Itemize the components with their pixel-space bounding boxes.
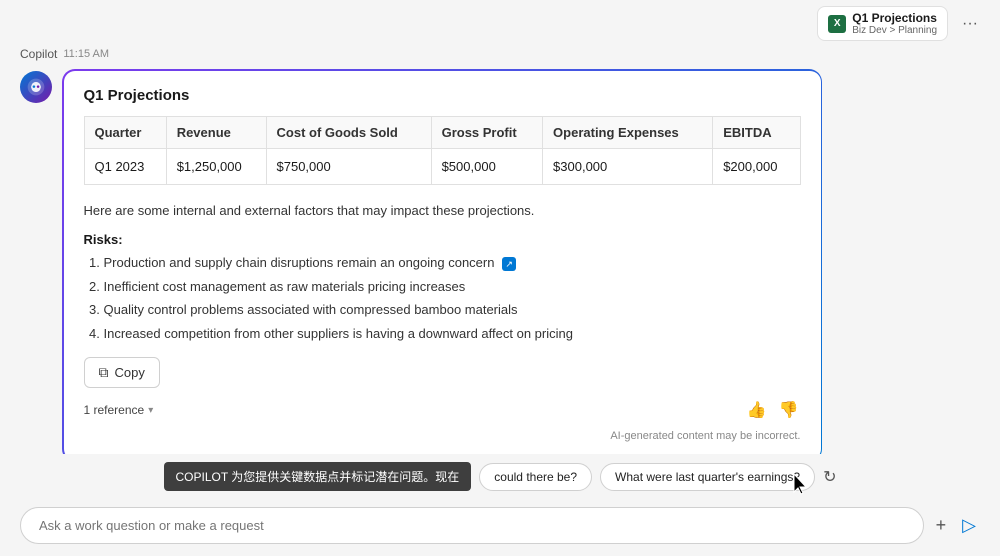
cell-revenue: $1,250,000 xyxy=(166,148,266,184)
copilot-label: Copilot 11:15 AM xyxy=(20,47,980,61)
cell-cogs: $750,000 xyxy=(266,148,431,184)
description-text: Here are some internal and external fact… xyxy=(84,201,801,221)
risks-list: Production and supply chain disruptions … xyxy=(84,253,801,343)
list-item: Inefficient cost management as raw mater… xyxy=(104,277,801,297)
thumbs-up-button[interactable]: 👍 xyxy=(745,398,769,422)
copy-label: Copy xyxy=(115,365,145,380)
file-chip[interactable]: X Q1 Projections Biz Dev > Planning xyxy=(817,6,948,41)
chat-input[interactable] xyxy=(20,507,924,544)
cell-operating-expenses: $300,000 xyxy=(543,148,713,184)
chevron-down-icon: ▾ xyxy=(148,405,153,416)
suggestion-chip-2[interactable]: What were last quarter's earnings? xyxy=(600,463,815,491)
col-gross-profit: Gross Profit xyxy=(431,116,542,148)
risk-1: Production and supply chain disruptions … xyxy=(104,255,495,270)
file-path: Biz Dev > Planning xyxy=(852,25,937,36)
risk-4: Increased competition from other supplie… xyxy=(104,326,573,341)
top-bar: X Q1 Projections Biz Dev > Planning ··· xyxy=(0,0,1000,47)
thumbs-down-button[interactable]: 👎 xyxy=(777,398,801,422)
risk-3: Quality control problems associated with… xyxy=(104,302,518,317)
message-row: Q1 Projections Quarter Revenue Cost of G… xyxy=(20,69,980,454)
copilot-banner: COPILOT 为您提供关键数据点并标记潜在问题。现在 xyxy=(164,462,472,491)
risks-label: Risks: xyxy=(84,232,801,247)
col-operating-expenses: Operating Expenses xyxy=(543,116,713,148)
copy-icon: ⧉ xyxy=(99,364,109,381)
col-revenue: Revenue xyxy=(166,116,266,148)
copy-button[interactable]: ⧉ Copy xyxy=(84,357,160,388)
risk-2: Inefficient cost management as raw mater… xyxy=(104,279,466,294)
risk-link-icon[interactable]: ↗ xyxy=(502,257,516,271)
card-title: Q1 Projections xyxy=(84,87,801,104)
projections-table: Quarter Revenue Cost of Goods Sold Gross… xyxy=(84,116,801,185)
table-header-row: Quarter Revenue Cost of Goods Sold Gross… xyxy=(84,116,800,148)
send-button[interactable]: ▷ xyxy=(958,511,980,540)
reference-button[interactable]: 1 reference ▾ xyxy=(84,403,154,417)
card-footer: 1 reference ▾ 👍 👎 xyxy=(84,398,801,422)
reference-label: 1 reference xyxy=(84,403,145,417)
excel-icon: X xyxy=(828,15,846,33)
copilot-avatar xyxy=(20,71,52,103)
col-ebitda: EBITDA xyxy=(713,116,800,148)
refresh-button[interactable]: ↻ xyxy=(823,467,836,487)
message-card: Q1 Projections Quarter Revenue Cost of G… xyxy=(64,71,821,455)
add-button[interactable]: + xyxy=(932,511,951,540)
file-info: Q1 Projections Biz Dev > Planning xyxy=(852,11,937,36)
cell-ebitda: $200,000 xyxy=(713,148,800,184)
cell-quarter: Q1 2023 xyxy=(84,148,166,184)
suggestion-chip-1[interactable]: could there be? xyxy=(479,463,592,491)
message-time: 11:15 AM xyxy=(63,48,109,60)
message-card-wrapper: Q1 Projections Quarter Revenue Cost of G… xyxy=(62,69,822,454)
more-options-button[interactable]: ··· xyxy=(956,13,984,35)
col-quarter: Quarter xyxy=(84,116,166,148)
list-item: Quality control problems associated with… xyxy=(104,300,801,320)
feedback-buttons: 👍 👎 xyxy=(745,398,801,422)
copilot-name: Copilot xyxy=(20,47,57,61)
list-item: Increased competition from other supplie… xyxy=(104,324,801,344)
list-item: Production and supply chain disruptions … xyxy=(104,253,801,273)
cell-gross-profit: $500,000 xyxy=(431,148,542,184)
suggestions-area: COPILOT 为您提供关键数据点并标记潜在问题。现在 could there … xyxy=(0,454,1000,499)
input-bar: + ▷ xyxy=(0,499,1000,556)
file-name: Q1 Projections xyxy=(852,11,937,25)
ai-disclaimer: AI-generated content may be incorrect. xyxy=(610,430,800,442)
table-row: Q1 2023 $1,250,000 $750,000 $500,000 $30… xyxy=(84,148,800,184)
col-cogs: Cost of Goods Sold xyxy=(266,116,431,148)
chat-area: Copilot 11:15 AM Q1 Projections Q xyxy=(0,47,1000,454)
